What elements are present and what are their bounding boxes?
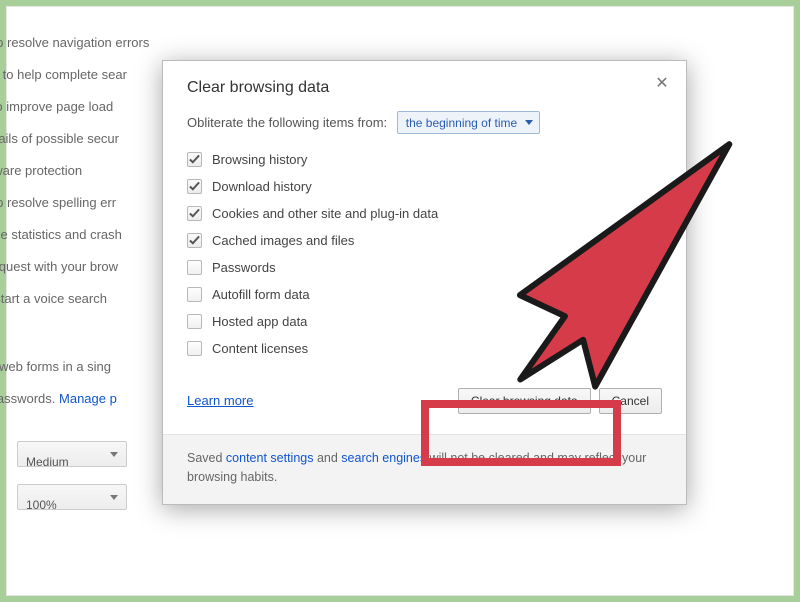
clear-browsing-dialog: Clear browsing data ✕ Obliterate the fol… [162,60,687,505]
checkbox-label: Download history [212,179,312,194]
checkbox-label: Content licenses [212,341,308,356]
checkbox[interactable] [187,233,202,248]
time-range-value: the beginning of time [406,116,517,130]
close-icon[interactable]: ✕ [652,75,672,95]
dialog-actions: Learn more Clear browsing data Cancel [163,374,686,434]
checkbox-row: Content licenses [187,335,662,362]
checkbox-row: Hosted app data [187,308,662,335]
checkbox-row: Cookies and other site and plug-in data [187,200,662,227]
intro-row: Obliterate the following items from: the… [187,111,662,134]
checkbox[interactable] [187,152,202,167]
bg-select-medium[interactable]: Medium [17,441,127,467]
intro-text: Obliterate the following items from: [187,115,387,130]
check-icon [189,154,200,165]
checkbox[interactable] [187,260,202,275]
checkbox[interactable] [187,206,202,221]
time-range-dropdown[interactable]: the beginning of time [397,111,540,134]
checkbox-label: Cookies and other site and plug-in data [212,206,438,221]
checkbox-row: Cached images and files [187,227,662,254]
checkbox-row: Browsing history [187,146,662,173]
bg-select-label: Medium [26,455,69,469]
checkbox-row: Download history [187,173,662,200]
chevron-down-icon [110,495,118,500]
clear-browsing-data-button[interactable]: Clear browsing data [458,388,591,414]
chevron-down-icon [525,120,533,125]
content-settings-link[interactable]: content settings [226,451,314,465]
dialog-header: Clear browsing data ✕ [163,61,686,105]
checkbox-row: Autofill form data [187,281,662,308]
footer-text: Saved [187,451,226,465]
checkbox-label: Browsing history [212,152,307,167]
checkbox-label: Cached images and files [212,233,354,248]
dialog-title: Clear browsing data [187,79,662,97]
check-icon [189,235,200,246]
bg-select-zoom[interactable]: 100% [17,484,127,510]
search-engines-link[interactable]: search engines [341,451,426,465]
check-icon [189,181,200,192]
bg-text: ur web passwords. [0,391,55,406]
checkbox-label: Passwords [212,260,276,275]
checkbox[interactable] [187,314,202,329]
footer-text: and [313,451,341,465]
checkbox-list: Browsing history Download history Cookies … [187,146,662,362]
checkbox-label: Hosted app data [212,314,307,329]
checkbox[interactable] [187,287,202,302]
chevron-down-icon [110,452,118,457]
bg-select-label: 100% [26,498,57,512]
checkbox[interactable] [187,341,202,356]
right-actions: Clear browsing data Cancel [458,388,662,414]
checkbox-label: Autofill form data [212,287,310,302]
checkbox-row: Passwords [187,254,662,281]
check-icon [189,208,200,219]
bg-line: ce to help resolve navigation errors [0,27,247,59]
cancel-button[interactable]: Cancel [599,388,662,414]
dialog-body: Obliterate the following items from: the… [163,105,686,374]
dialog-footer: Saved content settings and search engine… [163,434,686,505]
learn-more-link[interactable]: Learn more [187,393,253,408]
bg-link[interactable]: Manage p [59,391,117,406]
checkbox[interactable] [187,179,202,194]
